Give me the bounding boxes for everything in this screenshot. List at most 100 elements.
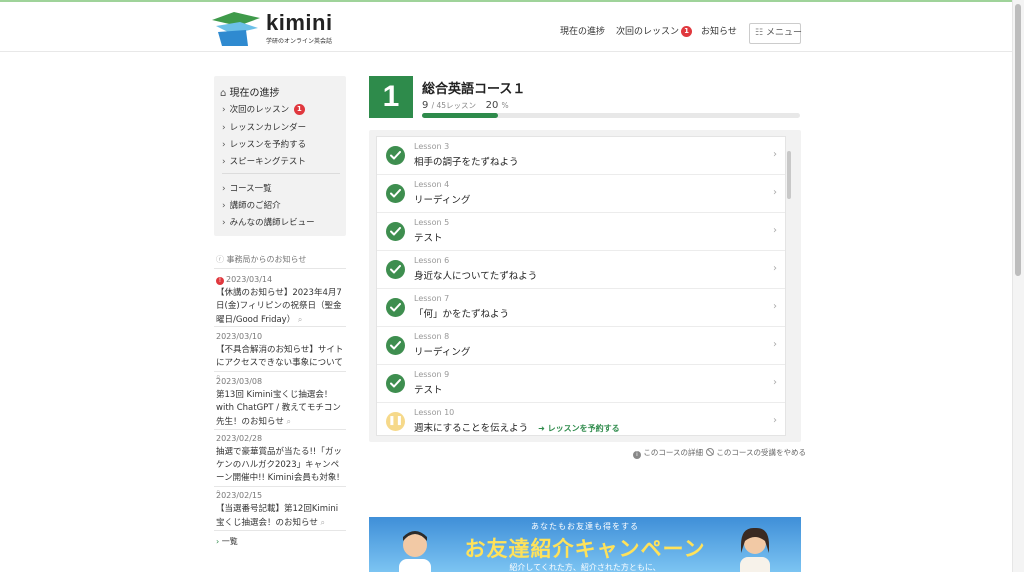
sidebar-item-courses[interactable]: › コース一覧	[222, 182, 272, 194]
lesson-name: 「何」かをたずねよう	[414, 306, 509, 320]
course-progress-text: 9 / 45レッスン 20 %	[422, 100, 509, 111]
chevron-right-icon: ›	[222, 157, 226, 167]
lesson-name: リーディング	[414, 192, 470, 206]
sidebar-title[interactable]: ⌂ 現在の進捗	[220, 84, 280, 99]
course-quit-link[interactable]: このコースの受講をやめる	[706, 447, 806, 458]
nav-next-lesson[interactable]: 次回のレッスン 1	[616, 24, 693, 37]
nav-news[interactable]: お知らせ	[701, 24, 737, 37]
chevron-right-icon: ›	[773, 301, 777, 312]
news-text-label: 抽選で豪華賞品が当たる!!「ガッケンのハルガク2023」キャンペーン開催中!! …	[216, 447, 342, 483]
rss-icon: ⓡ	[216, 255, 224, 264]
lesson-row[interactable]: Lesson 7 「何」かをたずねよう ›	[377, 289, 785, 327]
lesson-row[interactable]: Lesson 4 リーディング ›	[377, 175, 785, 213]
lesson-name-label: テスト	[414, 233, 443, 244]
course-title: 総合英語コース１	[422, 82, 526, 97]
news-item[interactable]: ! 2023/03/14 【休講のお知らせ】2023年4月7日(金)フィリピンの祝…	[216, 274, 346, 327]
chevron-right-icon: ›	[222, 201, 226, 211]
sidebar-item-label: コース一覧	[229, 184, 272, 194]
news-text-label: 【不具合解消のお知らせ】サイトにアクセスできない事象について	[216, 345, 344, 368]
news-item[interactable]: 2023/02/15 【当選番号記載】第12回Kimini宝くじ抽選会！のお知ら…	[216, 490, 346, 530]
reserve-lesson-label: レッスンを予約する	[547, 424, 620, 433]
sidebar-item-label: レッスンを予約する	[229, 140, 307, 150]
chevron-right-icon: ›	[222, 123, 226, 133]
lessons-total: / 45レッスン	[431, 101, 477, 110]
news-date-text: 2023/03/14	[226, 275, 273, 284]
news-text: 第13回 Kimini宝くじ抽選会！with ChatGPT / 教えてモチコン…	[216, 389, 346, 429]
check-circle-icon	[386, 374, 405, 393]
chevron-right-icon: ›	[773, 187, 777, 198]
notification-badge: 1	[293, 104, 305, 115]
notification-badge: 1	[681, 26, 693, 37]
news-text-label: 第13回 Kimini宝くじ抽選会！with ChatGPT / 教えてモチコン…	[216, 390, 341, 427]
sidebar-item-speaking-test[interactable]: › スピーキングテスト	[222, 155, 306, 167]
lesson-name-label: リーディング	[414, 347, 471, 358]
arrow-right-icon: ➜	[538, 424, 545, 433]
sidebar-item-teachers[interactable]: › 講師のご紹介	[222, 199, 281, 211]
lesson-name-label: 週末にすることを伝えよう	[414, 423, 529, 434]
news-divider	[214, 268, 346, 269]
lesson-name: テスト	[414, 230, 443, 244]
check-circle-icon	[386, 336, 405, 355]
reserve-lesson-link[interactable]: ➜ レッスンを予約する	[538, 424, 620, 433]
page-scrollbar-thumb[interactable]	[1015, 4, 1021, 276]
lesson-list-scrollbar[interactable]	[787, 151, 791, 199]
sidebar-divider	[222, 173, 340, 174]
course-quit-label: このコースの受講をやめる	[716, 448, 807, 457]
magnifier-icon: ⌕	[286, 417, 292, 426]
logo[interactable]: kimini 学研のオンライン英会話	[212, 8, 342, 48]
lesson-number: Lesson 10	[414, 408, 455, 417]
news-divider	[214, 530, 346, 531]
news-divider	[214, 486, 346, 487]
news-text: 【休講のお知らせ】2023年4月7日(金)フィリピンの祝祭日（聖金曜日/Good…	[216, 287, 346, 327]
nav-progress[interactable]: 現在の進捗	[560, 24, 605, 37]
lesson-name-label: 身近な人についてたずねよう	[414, 271, 538, 282]
sidebar-item-next-lesson[interactable]: › 次回のレッスン 1	[222, 103, 305, 115]
check-circle-icon	[386, 298, 405, 317]
sidebar-item-reserve[interactable]: › レッスンを予約する	[222, 138, 306, 150]
page-scrollbar-track[interactable]	[1012, 0, 1024, 572]
news-date: ! 2023/03/14	[216, 274, 346, 286]
lesson-number: Lesson 5	[414, 218, 450, 227]
lesson-name: リーディング	[414, 344, 470, 358]
news-heading-label: 事務局からのお知らせ	[226, 255, 307, 264]
course-details-link[interactable]: i このコースの詳細	[633, 447, 703, 459]
referral-campaign-banner[interactable]: あなたもお友達も得をする お友達紹介キャンペーン 紹介してくれた方、紹介された方…	[369, 517, 801, 572]
chevron-right-icon: ›	[773, 339, 777, 350]
sidebar-item-label: 次回のレッスン	[229, 105, 290, 115]
news-more-label: 一覧	[221, 537, 238, 546]
lesson-name: 身近な人についてたずねよう	[414, 268, 537, 282]
logo-text: kimini	[266, 10, 333, 35]
news-divider	[214, 371, 346, 372]
progress-percent-unit: %	[501, 101, 509, 110]
news-divider	[214, 326, 346, 327]
lesson-row[interactable]: Lesson 9 テスト ›	[377, 365, 785, 403]
lessons-done: 9	[422, 100, 429, 111]
lesson-name-label: 相手の調子をたずねよう	[414, 157, 519, 168]
menu-label: メニュー	[765, 28, 802, 38]
check-circle-icon	[386, 222, 405, 241]
course-progress-bar	[422, 113, 800, 118]
lesson-number: Lesson 9	[414, 370, 450, 379]
sidebar-nav: ⌂ 現在の進捗 › 次回のレッスン 1 › レッスンカレンダー › レッスンを予約する…	[214, 76, 346, 236]
lesson-name-label: テスト	[414, 385, 443, 396]
lesson-row[interactable]: Lesson 8 リーディング ›	[377, 327, 785, 365]
news-date: 2023/03/08	[216, 377, 263, 386]
sidebar-item-label: みんなの講師レビュー	[229, 218, 315, 228]
lesson-name: 相手の調子をたずねよう	[414, 154, 519, 168]
sidebar-item-calendar[interactable]: › レッスンカレンダー	[222, 121, 306, 133]
sidebar-item-reviews[interactable]: › みんなの講師レビュー	[222, 216, 315, 228]
check-circle-icon	[386, 146, 405, 165]
lesson-name-label: 「何」かをたずねよう	[414, 309, 510, 320]
lesson-row[interactable]: ❚❚ Lesson 10 週末にすることを伝えよう ➜ レッスンを予約する ›	[377, 403, 785, 435]
news-date: 2023/03/10	[216, 332, 263, 341]
lesson-row[interactable]: Lesson 5 テスト ›	[377, 213, 785, 251]
chevron-right-icon: ›	[773, 377, 777, 388]
menu-button[interactable]: ☷ メニュー	[749, 23, 802, 44]
lesson-number: Lesson 8	[414, 332, 450, 341]
lesson-row[interactable]: Lesson 3 相手の調子をたずねよう ›	[377, 137, 785, 175]
lesson-list: Lesson 3 相手の調子をたずねよう › Lesson 4 リーディング › Lesso…	[376, 136, 786, 436]
news-item[interactable]: 2023/03/08 第13回 Kimini宝くじ抽選会！with ChatGP…	[216, 376, 346, 429]
news-divider	[214, 429, 346, 430]
news-more-link[interactable]: › 一覧	[216, 536, 238, 547]
lesson-row[interactable]: Lesson 6 身近な人についてたずねよう ›	[377, 251, 785, 289]
